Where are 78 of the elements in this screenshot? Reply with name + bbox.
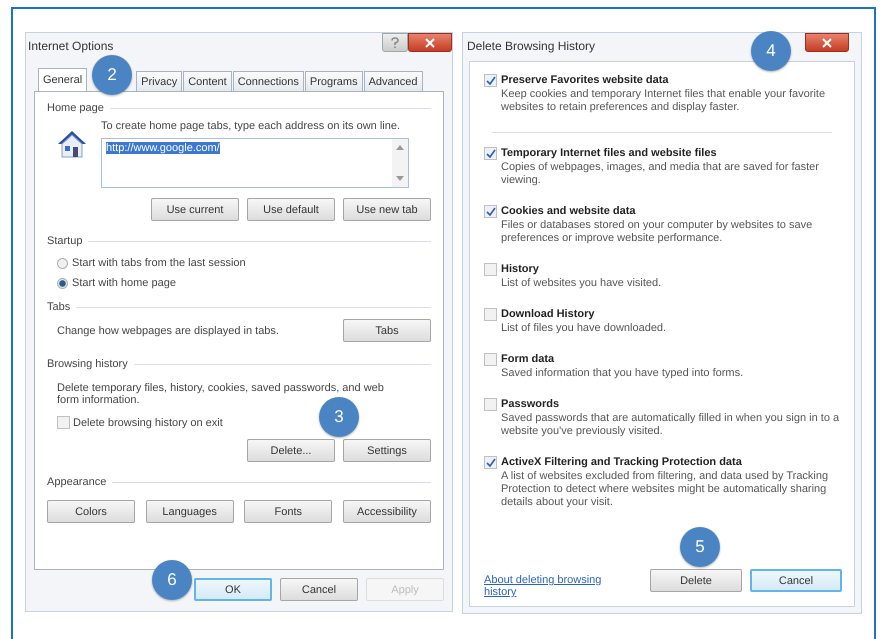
help-icon xyxy=(390,36,400,48)
close-icon xyxy=(822,38,832,48)
checkbox[interactable] xyxy=(484,74,497,87)
appearance-button[interactable]: Colors xyxy=(47,500,135,523)
tab[interactable]: Privacy xyxy=(136,71,182,91)
checkbox[interactable] xyxy=(57,416,70,429)
dialog-button[interactable]: Cancel xyxy=(280,578,358,601)
scrollbar[interactable] xyxy=(392,139,408,187)
tabs-description: Change how webpages are displayed in tabs. xyxy=(57,324,279,336)
scroll-down-icon xyxy=(396,176,404,181)
startup-option[interactable]: Start with tabs from the last session xyxy=(57,257,431,269)
callout-badge: 6 xyxy=(152,560,192,600)
tab[interactable]: Programs xyxy=(304,71,363,91)
tabs-settings-button[interactable]: Tabs xyxy=(343,319,431,342)
help-link[interactable]: About deleting browsing history xyxy=(484,574,614,598)
checkbox-label: Delete browsing history on exit xyxy=(73,416,223,428)
checkbox[interactable] xyxy=(484,456,497,469)
appearance-button[interactable]: Accessibility xyxy=(342,500,431,523)
close-icon xyxy=(425,38,435,48)
browsing-history-button[interactable]: Settings xyxy=(343,439,431,462)
checkbox[interactable] xyxy=(484,263,497,276)
tab[interactable]: Advanced xyxy=(364,71,423,91)
option-description: List of websites you have visited. xyxy=(501,277,662,290)
close-button[interactable] xyxy=(805,33,849,52)
window-title: Internet Options xyxy=(28,39,114,53)
checkbox[interactable] xyxy=(484,398,497,411)
option-description: A list of websites excluded from filtering, and data used by Tracking Protection to detect where websites might be automatically sharing details about your visit. xyxy=(501,470,830,509)
checkbox[interactable] xyxy=(484,205,497,218)
delete-on-exit-option[interactable]: Delete browsing history on exit xyxy=(57,416,223,429)
instruction-text: To create home page tabs, type each address on its own line. xyxy=(101,120,402,132)
option-description: Keep cookies and temporary Internet files that enable your favorite websites to retain preferences and display faster. xyxy=(501,88,826,114)
appearance-button[interactable]: Fonts xyxy=(244,500,332,523)
callout-badge: 5 xyxy=(680,527,720,567)
tab[interactable]: Content xyxy=(183,71,232,91)
option-title: Passwords xyxy=(501,398,560,410)
group-heading: Startup xyxy=(47,235,82,247)
group-heading: Browsing history xyxy=(47,358,128,370)
scroll-up-icon xyxy=(396,145,404,150)
home-page-button[interactable]: Use new tab xyxy=(343,198,431,221)
tab[interactable]: General xyxy=(38,68,88,91)
dialog-button[interactable]: OK xyxy=(194,578,272,601)
appearance-button[interactable]: Languages xyxy=(146,500,234,523)
radio-button[interactable] xyxy=(57,258,68,268)
home-page-button[interactable]: Use default xyxy=(247,198,335,221)
option-description: Saved information that you have typed into forms. xyxy=(501,367,744,380)
window-title: Delete Browsing History xyxy=(467,39,596,53)
startup-option[interactable]: Start with home page xyxy=(57,277,431,289)
callout-badge: 3 xyxy=(319,397,359,437)
checkbox[interactable] xyxy=(484,353,497,366)
dialog-button[interactable]: Delete xyxy=(650,569,742,592)
browsing-history-button[interactable]: Delete... xyxy=(247,439,335,462)
radio-label: Start with home page xyxy=(72,277,176,289)
group-heading: Home page xyxy=(47,102,104,114)
option-title: ActiveX Filtering and Tracking Protection data xyxy=(501,456,743,468)
option-description: List of files you have downloaded. xyxy=(501,322,666,335)
tab[interactable]: Connections xyxy=(232,71,304,91)
radio-label: Start with tabs from the last session xyxy=(72,257,246,269)
option-title: Download History xyxy=(501,308,596,320)
group-heading: Tabs xyxy=(47,301,70,313)
radio-button[interactable] xyxy=(57,278,68,288)
home-page-button[interactable]: Use current xyxy=(151,198,239,221)
home-page-field[interactable]: http://www.google.com/ xyxy=(101,138,409,188)
group-heading: Appearance xyxy=(47,476,106,488)
option-title: Form data xyxy=(501,353,556,365)
option-title: Temporary Internet files and website files xyxy=(501,147,718,159)
option-description: Files or databases stored on your computer by websites to save preferences or improve website performance. xyxy=(501,219,814,245)
checkbox[interactable] xyxy=(484,308,497,321)
callout-badge: 2 xyxy=(92,55,132,95)
option-description: Copies of webpages, images, and media that are saved for faster viewing. xyxy=(501,161,820,187)
checkbox[interactable] xyxy=(484,147,497,160)
option-title: History xyxy=(501,263,540,275)
callout-badge: 4 xyxy=(751,31,791,71)
help-button[interactable] xyxy=(382,33,408,52)
dialog-button[interactable]: Cancel xyxy=(750,569,842,592)
option-description: Saved passwords that are automatically filled in when you sign in to a website you've previously visited. xyxy=(501,412,840,438)
close-button[interactable] xyxy=(408,33,452,52)
option-title: Preserve Favorites website data xyxy=(501,74,670,86)
option-title: Cookies and website data xyxy=(501,205,636,217)
